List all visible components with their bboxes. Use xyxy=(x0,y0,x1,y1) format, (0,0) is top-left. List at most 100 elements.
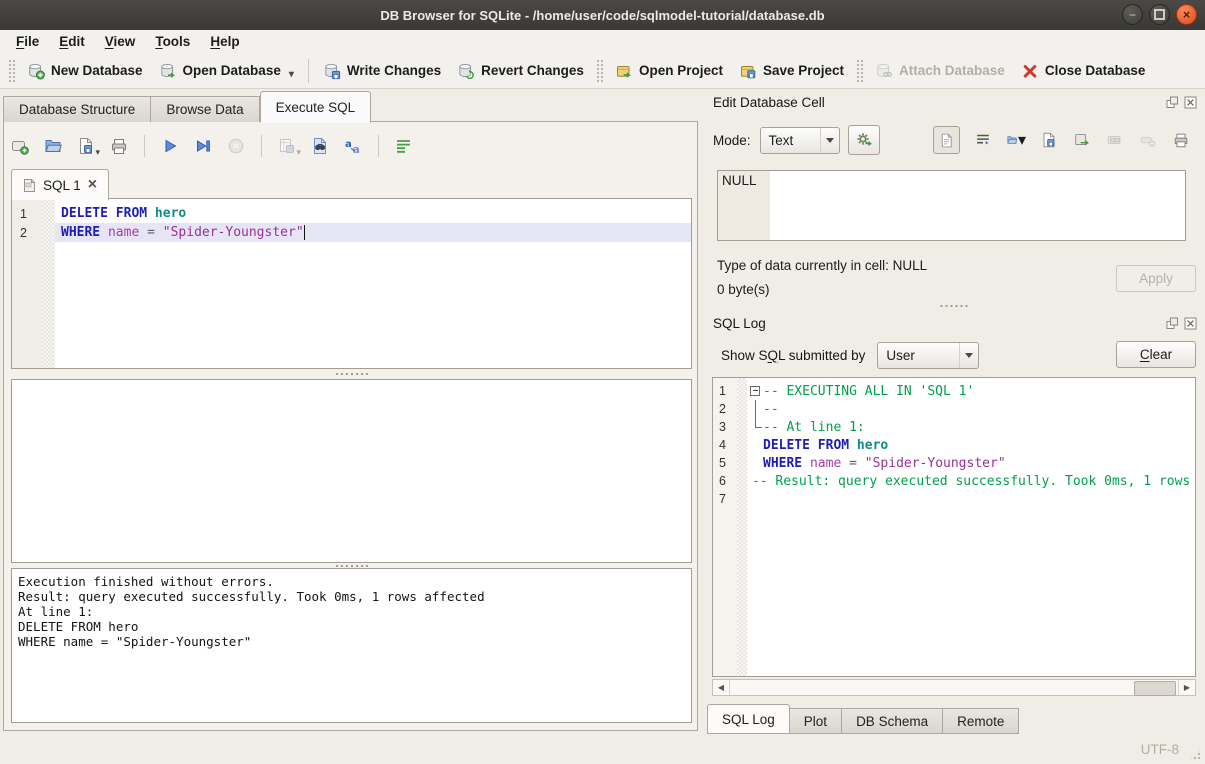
edit-cell-dock-titlebar: Edit Database Cell xyxy=(709,92,1201,113)
toolbar-grip[interactable] xyxy=(8,59,15,83)
toolbar-grip[interactable] xyxy=(856,59,863,83)
menu-file[interactable]: File xyxy=(6,32,49,51)
edit-cell-dock-title: Edit Database Cell xyxy=(709,95,1166,110)
open-project-button[interactable]: Open Project xyxy=(607,58,731,84)
close-sql-tab-icon[interactable]: × xyxy=(88,177,97,193)
new-database-button[interactable]: New Database xyxy=(19,58,151,84)
save-project-button[interactable]: Save Project xyxy=(731,58,852,84)
left-panel: Database Structure Browse Data Execute S… xyxy=(0,89,703,735)
export-cell-data-button[interactable] xyxy=(1039,130,1059,150)
menu-tools[interactable]: Tools xyxy=(145,32,200,51)
revert-changes-button[interactable]: Revert Changes xyxy=(449,58,592,84)
tab-execute-sql[interactable]: Execute SQL xyxy=(260,91,372,123)
menu-edit[interactable]: Edit xyxy=(49,32,95,51)
text-mode-icon-button[interactable] xyxy=(933,126,960,154)
encoding-indicator: UTF-8 xyxy=(1141,742,1179,757)
find-button[interactable] xyxy=(310,136,330,156)
window-title: DB Browser for SQLite - /home/user/code/… xyxy=(0,8,1205,23)
open-sql-file-button[interactable] xyxy=(43,136,63,156)
cell-size-info: 0 byte(s) xyxy=(717,282,770,297)
save-sql-dropdown-icon[interactable]: ▾ xyxy=(95,147,100,158)
text-cursor xyxy=(304,225,306,240)
dock-close-button[interactable] xyxy=(1184,96,1197,109)
save-as-cell-button[interactable] xyxy=(1072,130,1092,150)
log-line: 7 xyxy=(713,490,1195,508)
scroll-left-icon[interactable]: ◀ xyxy=(713,680,730,695)
open-in-app-button xyxy=(1105,130,1125,150)
log-line: 2 -- xyxy=(713,400,1195,418)
dock-tab-sql-log[interactable]: SQL Log xyxy=(707,704,790,734)
tab-database-structure[interactable]: Database Structure xyxy=(3,96,151,122)
gear-icon xyxy=(855,131,873,149)
titlebar[interactable]: DB Browser for SQLite - /home/user/code/… xyxy=(0,0,1205,31)
scroll-right-icon[interactable]: ▶ xyxy=(1178,680,1195,695)
toolbar-separator xyxy=(308,59,309,83)
sql-log-view[interactable]: 1 -- EXECUTING ALL IN 'SQL 1' 2 -- 3 -- … xyxy=(712,377,1196,677)
cell-value-text: NULL xyxy=(722,173,757,188)
close-database-icon xyxy=(1021,62,1039,80)
save-sql-file-button[interactable]: ▾ xyxy=(76,136,96,156)
word-wrap-button[interactable] xyxy=(394,136,414,156)
log-horizontal-scrollbar[interactable]: ◀ ▶ xyxy=(712,679,1196,696)
combo-arrow-icon xyxy=(965,353,973,358)
tab-browse-data[interactable]: Browse Data xyxy=(151,96,259,122)
dock-tab-plot[interactable]: Plot xyxy=(790,708,842,734)
menu-view[interactable]: View xyxy=(95,32,146,51)
open-project-icon xyxy=(615,62,633,80)
editor-line-current: 2 WHERE name = "Spider-Youngster" xyxy=(12,223,691,242)
scrollbar-thumb[interactable] xyxy=(1134,681,1176,696)
print-button[interactable] xyxy=(109,136,129,156)
dock-splitter[interactable] xyxy=(703,302,1205,310)
close-database-button[interactable]: Close Database xyxy=(1013,58,1154,84)
sql-1-tab[interactable]: SQL 1 × xyxy=(11,169,109,200)
word-wrap-cell-button[interactable] xyxy=(973,130,993,150)
attach-database-button: Attach Database xyxy=(867,58,1013,84)
splitter-handle-dots xyxy=(939,304,969,308)
execute-all-button[interactable] xyxy=(160,136,180,156)
fold-collapse-icon[interactable] xyxy=(750,386,760,396)
dock-tab-remote[interactable]: Remote xyxy=(943,708,1019,734)
dock-float-button[interactable] xyxy=(1166,317,1179,330)
app-window: DB Browser for SQLite - /home/user/code/… xyxy=(0,0,1205,764)
auto-switch-mode-button[interactable] xyxy=(848,125,880,155)
execution-message-pane[interactable]: Execution finished without errors. Resul… xyxy=(11,568,692,723)
dock-close-button[interactable] xyxy=(1184,317,1197,330)
mode-label: Mode: xyxy=(713,133,751,148)
minimize-button[interactable]: − xyxy=(1122,4,1143,25)
import-dropdown-icon[interactable]: ▾ xyxy=(1018,130,1026,150)
write-changes-icon xyxy=(323,62,341,80)
close-button[interactable]: × xyxy=(1176,4,1197,25)
print-cell-button[interactable] xyxy=(1171,130,1191,150)
sql-source-combobox[interactable]: User xyxy=(877,342,979,369)
log-line: 1 -- EXECUTING ALL IN 'SQL 1' xyxy=(713,382,1195,400)
open-database-button[interactable]: Open Database ▾ xyxy=(151,58,302,84)
clear-log-button[interactable]: Clear xyxy=(1116,341,1196,368)
save-results-dropdown-icon: ▾ xyxy=(296,147,301,158)
results-grid[interactable] xyxy=(11,379,692,563)
write-changes-button[interactable]: Write Changes xyxy=(315,58,449,84)
new-sql-tab-button[interactable] xyxy=(10,136,30,156)
dock-float-button[interactable] xyxy=(1166,96,1179,109)
fold-elbow xyxy=(755,418,756,427)
resize-grip[interactable] xyxy=(1189,748,1202,761)
open-database-dropdown-icon[interactable]: ▾ xyxy=(289,69,294,80)
maximize-button[interactable] xyxy=(1149,4,1170,25)
menu-help[interactable]: Help xyxy=(200,32,249,51)
editor-results-splitter[interactable] xyxy=(11,369,692,378)
sql-log-dock-title: SQL Log xyxy=(709,316,1166,331)
dock-tab-db-schema[interactable]: DB Schema xyxy=(842,708,943,734)
window-controls: − × xyxy=(1122,4,1197,25)
mode-combobox[interactable]: Text xyxy=(760,127,840,154)
log-line: 3 -- At line 1: xyxy=(713,418,1195,436)
splitter-handle-dots xyxy=(335,372,369,376)
dock-tabbar: SQL Log Plot DB Schema Remote xyxy=(707,704,1019,734)
toolbar-grip[interactable] xyxy=(596,59,603,83)
save-results-button: ▾ xyxy=(277,136,297,156)
cell-value-editor[interactable]: NULL xyxy=(717,170,1186,241)
execute-current-line-button[interactable] xyxy=(193,136,213,156)
auto-format-button[interactable]: aa xyxy=(343,136,363,156)
sql-editor[interactable]: 1 DELETE FROM hero 2 WHERE name = "Spide… xyxy=(11,198,692,369)
import-cell-data-button[interactable]: ▾ xyxy=(1006,130,1026,150)
close-icon: × xyxy=(1183,8,1191,21)
cell-mode-row: Mode: Text ▾ xyxy=(713,125,1195,155)
